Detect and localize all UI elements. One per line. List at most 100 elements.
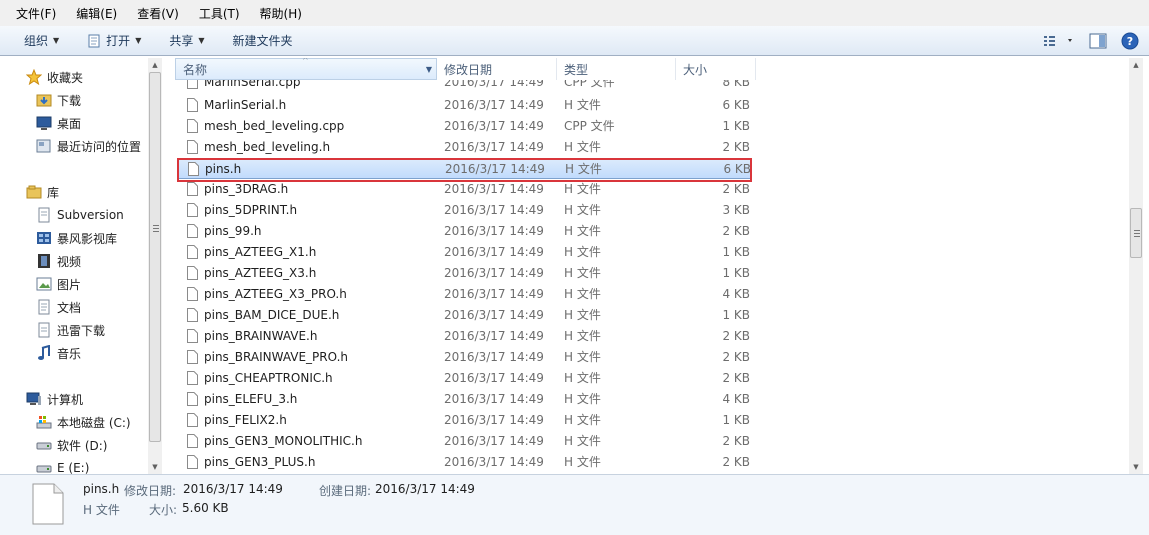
file-date: 2016/3/17 14:49 <box>444 371 544 385</box>
file-date: 2016/3/17 14:49 <box>444 119 544 133</box>
details-size-label: 大小: <box>149 503 178 517</box>
file-row[interactable]: pins_99.h 2016/3/17 14:49 H 文件 2 KB <box>178 221 752 242</box>
sort-ascending-icon: ^ <box>302 58 309 65</box>
file-row[interactable]: pins_BRAINWAVE_PRO.h 2016/3/17 14:49 H 文… <box>178 347 752 368</box>
file-row[interactable]: pins_ELEFU_3.h 2016/3/17 14:49 H 文件 4 KB <box>178 389 752 410</box>
open-button[interactable]: 打开 ▼ <box>71 32 153 49</box>
chevron-down-icon[interactable]: ▼ <box>426 65 432 74</box>
column-header-type[interactable]: 类型 <box>557 58 676 80</box>
file-size: 2 KB <box>722 140 750 154</box>
menu-view[interactable]: 查看(V) <box>127 5 189 22</box>
file-name: pins_BRAINWAVE.h <box>204 329 318 343</box>
recent-places-icon <box>36 138 52 154</box>
nav-computer[interactable]: 计算机 <box>26 389 83 409</box>
downloads-folder-icon <box>36 92 52 108</box>
scroll-up-arrow-icon[interactable]: ▲ <box>148 58 162 72</box>
document-icon <box>36 299 52 315</box>
file-row[interactable]: pins_BAM_DICE_DUE.h 2016/3/17 14:49 H 文件… <box>178 305 752 326</box>
file-date: 2016/3/17 14:49 <box>444 287 544 301</box>
file-row-selected[interactable]: pins.h 2016/3/17 14:49 H 文件 6 KB <box>178 158 752 179</box>
nav-desktop[interactable]: 桌面 <box>36 113 81 133</box>
nav-drive-d[interactable]: 软件 (D:) <box>36 435 107 455</box>
file-row[interactable]: pins_GEN3_MONOLITHIC.h 2016/3/17 14:49 H… <box>178 431 752 452</box>
file-size: 6 KB <box>722 98 750 112</box>
scroll-up-arrow-icon[interactable]: ▲ <box>1129 58 1143 72</box>
file-row[interactable]: MarlinSerial.cpp 2016/3/17 14:49 CPP 文件 … <box>178 80 752 93</box>
file-date: 2016/3/17 14:49 <box>444 80 544 89</box>
nav-scroll-thumb[interactable] <box>149 72 161 442</box>
nav-documents[interactable]: 文档 <box>36 297 81 317</box>
scroll-down-arrow-icon[interactable]: ▼ <box>148 460 162 474</box>
menu-bar: 文件(F) 编辑(E) 查看(V) 工具(T) 帮助(H) <box>0 0 1149 26</box>
scroll-down-arrow-icon[interactable]: ▼ <box>1129 460 1143 474</box>
view-list-icon <box>1044 36 1072 46</box>
column-header-name[interactable]: ^ 名称 ▼ <box>175 58 437 80</box>
file-type: H 文件 <box>564 266 601 280</box>
nav-baofeng[interactable]: 暴风影视库 <box>36 228 117 248</box>
nav-videos[interactable]: 视频 <box>36 251 81 271</box>
nav-scrollbar[interactable]: ▲ ▼ <box>148 58 162 474</box>
file-row[interactable]: pins_FELIX2.h 2016/3/17 14:49 H 文件 1 KB <box>178 410 752 431</box>
nav-libraries[interactable]: 库 <box>26 182 59 202</box>
file-name: mesh_bed_leveling.h <box>204 140 331 154</box>
file-row[interactable]: pins_BRAINWAVE.h 2016/3/17 14:49 H 文件 2 … <box>178 326 752 347</box>
nav-music[interactable]: 音乐 <box>36 343 81 363</box>
file-row[interactable]: pins_AZTEEG_X1.h 2016/3/17 14:49 H 文件 1 … <box>178 242 752 263</box>
nav-xunlei[interactable]: 迅雷下载 <box>36 320 105 340</box>
nav-documents-label: 文档 <box>57 300 82 315</box>
column-header-size[interactable]: 大小 <box>676 58 756 80</box>
file-icon <box>187 455 198 474</box>
file-type: H 文件 <box>564 413 601 427</box>
nav-pictures-label: 图片 <box>57 277 82 292</box>
file-type: H 文件 <box>564 455 601 469</box>
nav-drive-e[interactable]: E (E:) <box>36 458 89 474</box>
file-date: 2016/3/17 14:49 <box>444 455 544 469</box>
file-row[interactable]: mesh_bed_leveling.cpp 2016/3/17 14:49 CP… <box>178 116 752 137</box>
file-date: 2016/3/17 14:49 <box>444 392 544 406</box>
file-row[interactable]: mesh_bed_leveling.h 2016/3/17 14:49 H 文件… <box>178 137 752 158</box>
chevron-down-icon: ▼ <box>198 36 205 45</box>
file-list-scrollbar[interactable]: ▲ ▼ <box>1129 58 1143 474</box>
nav-pictures[interactable]: 图片 <box>36 274 81 294</box>
share-button[interactable]: 共享 ▼ <box>153 32 216 49</box>
menu-help[interactable]: 帮助(H) <box>250 5 312 22</box>
file-row[interactable]: pins_CHEAPTRONIC.h 2016/3/17 14:49 H 文件 … <box>178 368 752 389</box>
file-name: pins_5DPRINT.h <box>204 203 298 217</box>
nav-favorites[interactable]: 收藏夹 <box>26 67 83 87</box>
file-name: pins_ELEFU_3.h <box>204 392 298 406</box>
nav-downloads-label: 下载 <box>57 93 82 108</box>
file-row[interactable]: pins_5DPRINT.h 2016/3/17 14:49 H 文件 3 KB <box>178 200 752 221</box>
details-created-value: 2016/3/17 14:49 <box>375 482 475 496</box>
file-type: H 文件 <box>564 203 601 217</box>
view-options-button[interactable] <box>1039 30 1079 52</box>
pane-splitter[interactable] <box>163 58 175 474</box>
file-row[interactable]: pins_GEN3_PLUS.h 2016/3/17 14:49 H 文件 2 … <box>178 452 752 473</box>
file-row[interactable]: pins_3DRAG.h 2016/3/17 14:49 H 文件 2 KB <box>178 179 752 200</box>
menu-edit[interactable]: 编辑(E) <box>66 5 127 22</box>
nav-subversion-label: Subversion <box>57 208 124 222</box>
organize-button[interactable]: 组织 ▼ <box>0 32 71 49</box>
music-icon <box>36 345 52 361</box>
menu-tools[interactable]: 工具(T) <box>189 5 250 22</box>
menu-file[interactable]: 文件(F) <box>6 5 66 22</box>
file-date: 2016/3/17 14:49 <box>444 308 544 322</box>
computer-icon <box>26 391 42 407</box>
help-button[interactable]: ? <box>1117 30 1143 52</box>
file-row[interactable]: MarlinSerial.h 2016/3/17 14:49 H 文件 6 KB <box>178 95 752 116</box>
library-icon <box>26 184 42 200</box>
details-file-type: H 文件 <box>83 503 120 517</box>
file-list-scroll-thumb[interactable] <box>1130 208 1142 258</box>
preview-pane-button[interactable] <box>1085 30 1111 52</box>
new-folder-button[interactable]: 新建文件夹 <box>217 32 305 49</box>
nav-recent[interactable]: 最近访问的位置 <box>36 136 141 156</box>
file-row[interactable]: pins_AZTEEG_X3_PRO.h 2016/3/17 14:49 H 文… <box>178 284 752 305</box>
nav-drive-c[interactable]: 本地磁盘 (C:) <box>36 412 131 432</box>
nav-subversion[interactable]: Subversion <box>36 205 124 225</box>
file-type: H 文件 <box>564 350 601 364</box>
nav-downloads[interactable]: 下载 <box>36 90 81 110</box>
column-header-date[interactable]: 修改日期 <box>437 58 557 80</box>
file-date: 2016/3/17 14:49 <box>444 434 544 448</box>
nav-drive-d-label: 软件 (D:) <box>57 438 108 453</box>
open-icon <box>87 34 101 48</box>
file-row[interactable]: pins_AZTEEG_X3.h 2016/3/17 14:49 H 文件 1 … <box>178 263 752 284</box>
